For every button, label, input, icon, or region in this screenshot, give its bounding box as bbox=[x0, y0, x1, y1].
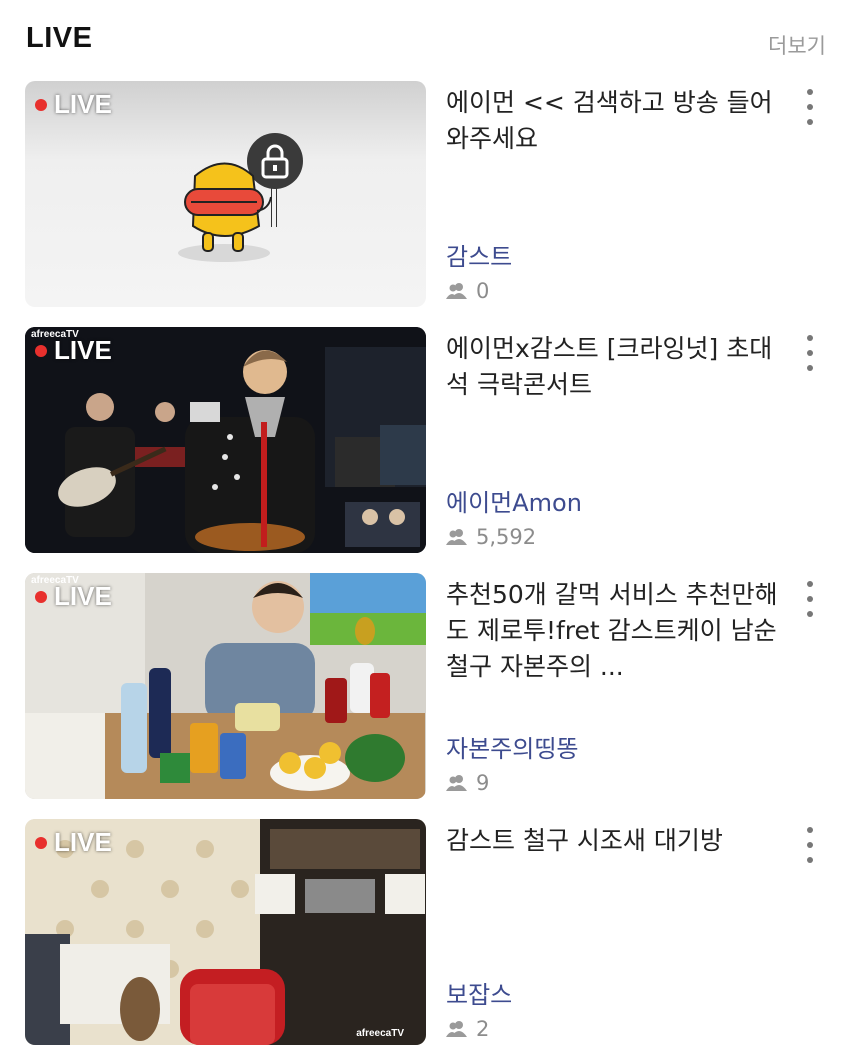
stream-item[interactable]: afreecaTV LIVE 추천50개 갈먹 서비스 추천만해도 제로투!fr… bbox=[0, 573, 850, 799]
kebab-menu-icon[interactable] bbox=[800, 825, 820, 865]
live-badge: LIVE bbox=[35, 335, 112, 366]
stream-title[interactable]: 추천50개 갈먹 서비스 추천만해도 제로투!fret 감스트케이 남순 철구 … bbox=[446, 577, 781, 685]
stream-title[interactable]: 에이먼 << 검색하고 방송 들어와주세요 bbox=[446, 85, 781, 157]
afreeca-watermark: afreecaTV bbox=[356, 1028, 404, 1039]
stream-thumbnail[interactable]: afreecaTV LIVE bbox=[25, 819, 426, 1045]
section-title: LIVE bbox=[26, 22, 93, 54]
people-icon bbox=[446, 283, 467, 299]
live-dot bbox=[35, 590, 47, 603]
stream-thumbnail[interactable]: afreecaTV LIVE bbox=[25, 327, 426, 553]
channel-name[interactable]: 감스트 bbox=[446, 237, 512, 272]
section-header: LIVE 더보기 bbox=[0, 0, 850, 80]
live-badge: LIVE bbox=[35, 581, 112, 612]
people-icon bbox=[446, 529, 467, 545]
more-link[interactable]: 더보기 bbox=[768, 30, 826, 60]
people-icon bbox=[446, 1021, 467, 1037]
live-badge: LIVE bbox=[35, 89, 112, 120]
stream-item[interactable]: afreecaTV LIVE 에이먼x감스트 [크라잉넛] 초대석 극락콘서트 … bbox=[0, 327, 850, 553]
stream-title[interactable]: 감스트 철구 시조새 대기방 bbox=[446, 823, 781, 859]
viewer-count: 2 bbox=[446, 1017, 489, 1041]
live-dot bbox=[35, 344, 47, 357]
channel-name[interactable]: 자본주의띵똥 bbox=[446, 729, 578, 764]
channel-name[interactable]: 에이먼Amon bbox=[446, 483, 582, 518]
viewer-count: 0 bbox=[446, 279, 489, 303]
people-icon bbox=[446, 775, 467, 791]
live-dot bbox=[35, 836, 47, 849]
stream-thumbnail[interactable]: afreecaTV LIVE bbox=[25, 573, 426, 799]
kebab-menu-icon[interactable] bbox=[800, 333, 820, 373]
stream-thumbnail[interactable]: LIVE bbox=[25, 81, 426, 307]
stream-title[interactable]: 에이먼x감스트 [크라잉넛] 초대석 극락콘서트 bbox=[446, 331, 781, 403]
viewer-count: 5,592 bbox=[446, 525, 536, 549]
kebab-menu-icon[interactable] bbox=[800, 579, 820, 619]
channel-name[interactable]: 보잡스 bbox=[446, 975, 512, 1010]
live-badge: LIVE bbox=[35, 827, 112, 858]
kebab-menu-icon[interactable] bbox=[800, 87, 820, 127]
stream-item[interactable]: afreecaTV LIVE 감스트 철구 시조새 대기방 보잡스 2 bbox=[0, 819, 850, 1045]
viewer-count: 9 bbox=[446, 771, 489, 795]
live-dot bbox=[35, 98, 47, 111]
stream-item[interactable]: LIVE 에이먼 << 검색하고 방송 들어와주세요 감스트 0 bbox=[0, 81, 850, 307]
